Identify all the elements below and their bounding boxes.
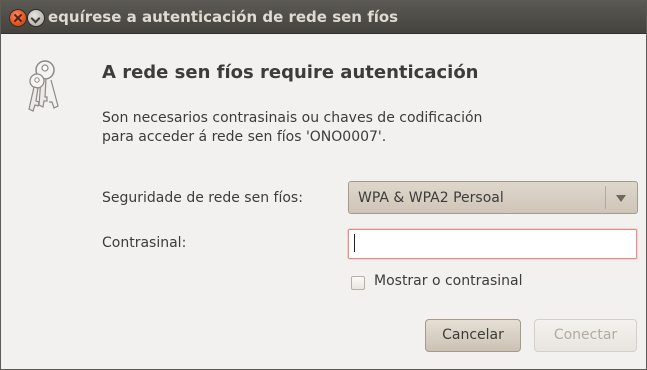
- password-label: Contrasinal:: [102, 235, 187, 251]
- text-caret: [354, 234, 355, 252]
- chevron-down-icon[interactable]: [28, 10, 44, 26]
- security-select[interactable]: WPA & WPA2 Persoal: [348, 181, 638, 214]
- window-title: equírese a autenticación de rede sen fío…: [48, 8, 399, 26]
- cancel-button[interactable]: Cancelar: [425, 319, 521, 352]
- close-icon[interactable]: [10, 10, 26, 26]
- password-input[interactable]: [348, 229, 637, 259]
- connect-button[interactable]: Conectar: [534, 319, 637, 352]
- titlebar[interactable]: equírese a autenticación de rede sen fío…: [1, 1, 646, 34]
- description-line: Son necesarios contrasinais ou chaves de…: [102, 110, 483, 126]
- chevron-down-icon: [616, 195, 626, 202]
- dialog-window: equírese a autenticación de rede sen fío…: [0, 0, 647, 370]
- description-line: para acceder á rede sen fíos 'ONO0007'.: [102, 129, 387, 145]
- select-divider: [605, 186, 606, 209]
- security-select-value: WPA & WPA2 Persoal: [358, 190, 504, 206]
- security-label: Seguridade de rede sen fíos:: [102, 190, 303, 206]
- keys-icon: [28, 60, 59, 112]
- dialog-heading: A rede sen fíos require autenticación: [102, 62, 479, 83]
- show-password-label[interactable]: Mostrar o contrasinal: [374, 273, 522, 289]
- dialog-description: Son necesarios contrasinais ou chaves de…: [102, 109, 482, 147]
- show-password-checkbox[interactable]: [351, 276, 365, 290]
